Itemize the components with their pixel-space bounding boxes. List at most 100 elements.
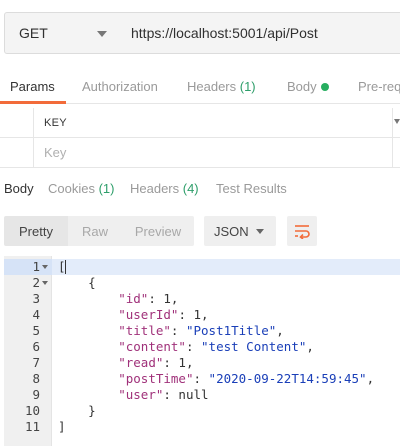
- tab-pre-request-label: Pre-req: [358, 79, 400, 94]
- code-text: "user": null: [58, 387, 208, 403]
- body-status-dot-icon: [320, 82, 329, 91]
- code-line: 5 "title": "Post1Title",: [4, 323, 400, 339]
- wrap-lines-button[interactable]: [287, 216, 317, 246]
- raw-button[interactable]: Raw: [68, 216, 122, 246]
- tab-headers[interactable]: Headers (1): [187, 79, 256, 94]
- code-text: "userId": 1,: [58, 307, 209, 323]
- key-input[interactable]: Key: [44, 145, 66, 160]
- url-input[interactable]: https://localhost:5001/api/Post: [121, 12, 400, 54]
- code-line: 3 "id": 1,: [4, 291, 400, 307]
- json-token: ]: [58, 419, 66, 434]
- chevron-down-icon[interactable]: [394, 119, 400, 124]
- json-token: ,: [306, 339, 314, 354]
- json-key: "id": [118, 291, 149, 306]
- response-toolbar: Pretty Raw Preview JSON: [0, 214, 400, 248]
- json-token: :: [170, 323, 186, 338]
- tab-body-label: Body: [287, 79, 317, 94]
- response-tab-body[interactable]: Body: [4, 181, 34, 196]
- preview-button[interactable]: Preview: [122, 216, 194, 246]
- response-tab-test-results[interactable]: Test Results: [216, 181, 287, 196]
- params-checkbox-cell[interactable]: [0, 138, 34, 167]
- line-number: 10: [24, 403, 40, 418]
- response-tab-test-results-label: Test Results: [216, 181, 287, 196]
- code-line: 8 "postTime": "2020-09-22T14:59:45",: [4, 371, 400, 387]
- pretty-button[interactable]: Pretty: [4, 216, 68, 246]
- chevron-down-icon: [256, 229, 264, 234]
- code-text: }: [58, 403, 96, 419]
- line-number: 6: [32, 339, 40, 354]
- request-bar: GET https://localhost:5001/api/Post: [0, 0, 400, 70]
- response-body-editor[interactable]: 1[2 {3 "id": 1, 4 "userId": 1, 5 "title": …: [4, 256, 400, 446]
- format-select[interactable]: JSON: [204, 216, 276, 246]
- tab-headers-count: (1): [239, 79, 256, 94]
- column-divider: [392, 138, 393, 167]
- json-string: "2020-09-22T14:59:45": [208, 371, 367, 386]
- json-key: "postTime": [118, 371, 194, 386]
- code-text: "title": "Post1Title",: [58, 323, 284, 339]
- column-divider: [392, 108, 393, 137]
- code-line: 2 {: [4, 275, 400, 291]
- json-token: : 1,: [148, 291, 179, 306]
- response-tabs: Body Cookies (1) Headers (4) Test Result…: [0, 172, 400, 206]
- params-input-row: Key: [0, 138, 400, 168]
- code-text: "postTime": "2020-09-22T14:59:45",: [58, 371, 374, 387]
- line-number: 7: [32, 355, 40, 370]
- response-tab-headers-label: Headers: [130, 181, 183, 196]
- code-line: 9 "user": null: [4, 387, 400, 403]
- tab-body[interactable]: Body: [287, 79, 329, 94]
- json-token: ,: [276, 323, 284, 338]
- tab-headers-label: Headers: [187, 79, 240, 94]
- json-token: {: [58, 275, 96, 290]
- line-number: 2: [32, 275, 40, 290]
- response-tab-body-label: Body: [4, 181, 34, 196]
- line-number: 5: [32, 323, 40, 338]
- method-label: GET: [19, 25, 48, 41]
- json-key: "content": [118, 339, 186, 354]
- line-number: 4: [32, 307, 40, 322]
- code-text: "read": 1,: [58, 355, 193, 371]
- code-line: 6 "content": "test Content",: [4, 339, 400, 355]
- fold-toggle-icon[interactable]: [42, 281, 48, 285]
- tab-authorization-label: Authorization: [82, 79, 158, 94]
- line-number: 8: [32, 371, 40, 386]
- params-header-row: KEY: [0, 108, 400, 138]
- code-line: 4 "userId": 1,: [4, 307, 400, 323]
- json-key: "user": [118, 387, 164, 402]
- tab-params[interactable]: Params: [10, 79, 55, 94]
- code-line: 11]: [4, 419, 400, 435]
- json-token: : 1,: [163, 355, 194, 370]
- json-key: "read": [118, 355, 164, 370]
- line-number: 3: [32, 291, 40, 306]
- json-string: "test Content": [201, 339, 307, 354]
- code-line: 7 "read": 1,: [4, 355, 400, 371]
- code-text: {: [58, 275, 96, 291]
- method-select[interactable]: GET: [4, 12, 122, 54]
- response-tab-headers-count: (4): [182, 181, 199, 196]
- format-label: JSON: [214, 223, 249, 239]
- tab-params-label: Params: [10, 79, 55, 94]
- wrap-lines-icon: [295, 225, 310, 239]
- json-token: :: [185, 339, 202, 354]
- line-number: 9: [32, 387, 40, 402]
- response-tab-cookies[interactable]: Cookies (1): [48, 181, 114, 196]
- code-text: "id": 1,: [58, 291, 178, 307]
- response-tab-cookies-count: (1): [98, 181, 115, 196]
- tab-authorization[interactable]: Authorization: [82, 79, 158, 94]
- json-key: "title": [118, 323, 171, 338]
- json-token: : 1,: [178, 307, 209, 322]
- chevron-down-icon: [97, 31, 107, 37]
- json-token: ,: [366, 371, 375, 386]
- response-tab-headers[interactable]: Headers (4): [130, 181, 199, 196]
- params-checkbox-column: [0, 108, 34, 137]
- tab-pre-request[interactable]: Pre-req: [358, 79, 400, 94]
- code-text: ]: [58, 419, 66, 435]
- fold-toggle-icon[interactable]: [42, 265, 48, 269]
- line-number: 11: [24, 419, 40, 434]
- json-token: :: [193, 371, 209, 386]
